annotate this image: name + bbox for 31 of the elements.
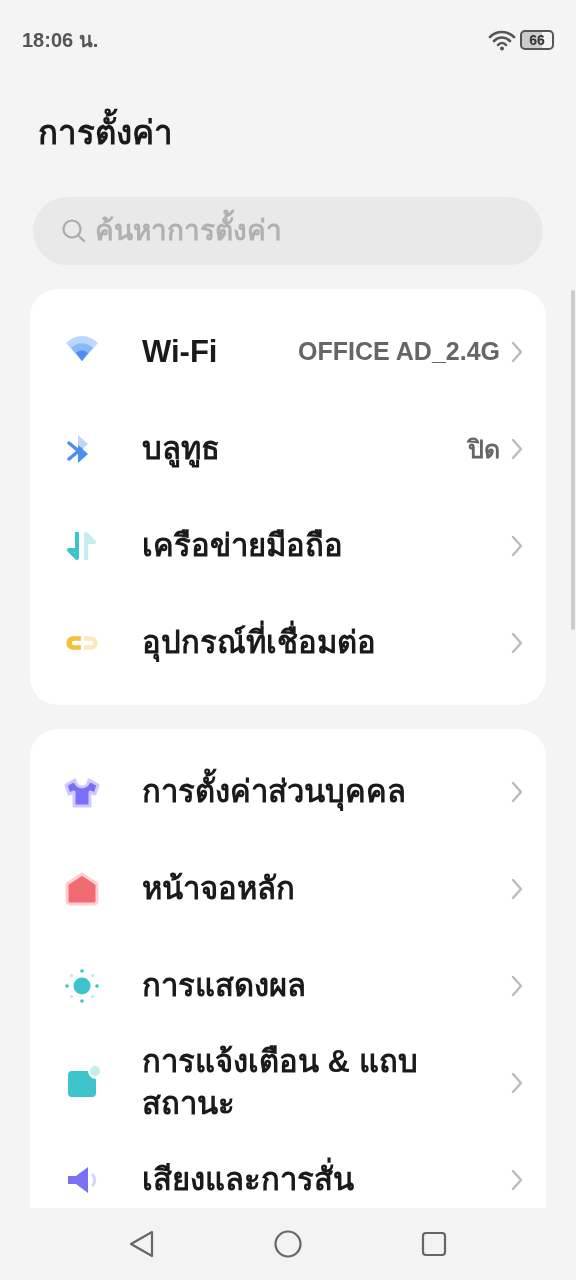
- sun-icon: [64, 967, 100, 1004]
- chevron-right-icon: [510, 876, 524, 901]
- status-time: 18:06 น.: [22, 28, 99, 53]
- setting-value: OFFICE AD_2.4G: [298, 337, 500, 366]
- chevron-right-icon: [510, 630, 524, 655]
- setting-label[interactable]: Wi-Fi: [142, 330, 299, 373]
- setting-label[interactable]: การตั้งค่าส่วนบุคคล: [142, 770, 510, 813]
- chevron-right-icon: [510, 1167, 524, 1192]
- search-icon: [61, 218, 87, 244]
- setting-value: ปิด: [468, 433, 500, 465]
- setting-label[interactable]: หน้าจอหลัก: [142, 867, 510, 910]
- chevron-right-icon: [510, 533, 524, 558]
- page-title: การตั้งค่า: [38, 105, 546, 161]
- setting-label[interactable]: เสียงและการสั่น: [142, 1158, 510, 1201]
- chevron-right-icon: [510, 339, 524, 364]
- setting-label[interactable]: บลูทูธ: [142, 427, 468, 470]
- setting-label[interactable]: เครือข่ายมือถือ: [142, 524, 510, 567]
- chevron-right-icon: [510, 973, 524, 998]
- setting-label[interactable]: การแจ้งเตือน & แถบสถานะ: [142, 1040, 510, 1125]
- link-icon: [64, 633, 100, 652]
- wifi-signal-icon: [488, 29, 516, 51]
- chevron-right-icon: [510, 1070, 524, 1095]
- setting-label[interactable]: อุปกรณ์ที่เชื่อมต่อ: [142, 621, 510, 664]
- recents-square-icon[interactable]: [419, 1230, 448, 1258]
- search-field[interactable]: ค้นหาการตั้งค่า: [33, 197, 543, 265]
- house-icon: [64, 870, 100, 907]
- chevron-right-icon: [510, 779, 524, 804]
- chevron-right-icon: [510, 436, 524, 461]
- battery-icon: 66: [520, 30, 554, 50]
- home-circle-icon[interactable]: [273, 1229, 303, 1259]
- setting-label[interactable]: การแสดงผล: [142, 964, 510, 1007]
